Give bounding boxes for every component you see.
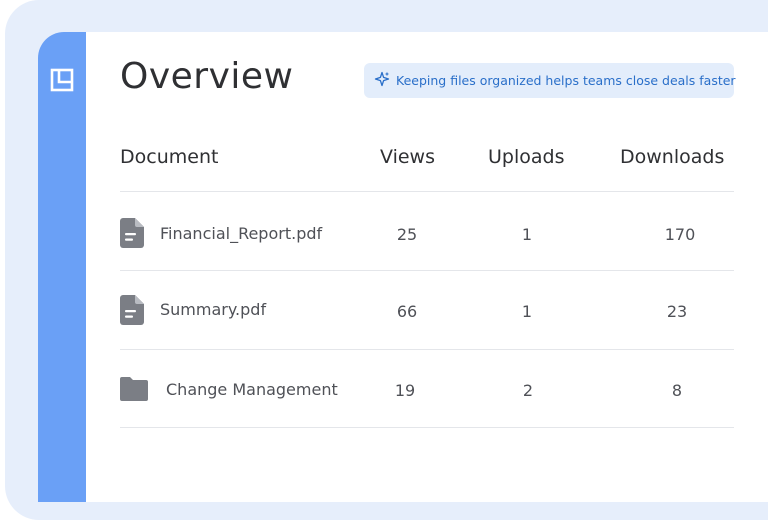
views-value: 25 — [396, 225, 418, 244]
document-icon — [120, 218, 144, 252]
table-row[interactable]: Financial_Report.pdf 25 1 170 — [120, 192, 734, 270]
document-name[interactable]: Financial_Report.pdf — [160, 224, 322, 243]
column-header-views[interactable]: Views — [380, 146, 435, 168]
tip-banner: Keeping files organized helps teams clos… — [364, 63, 736, 98]
folder-name[interactable]: Change Management — [166, 380, 338, 399]
document-icon — [120, 295, 144, 329]
sidebar — [38, 32, 86, 502]
views-value: 66 — [396, 302, 418, 321]
sparkle-icon — [374, 71, 390, 91]
table-row[interactable]: Change Management 19 2 8 — [120, 350, 734, 428]
column-header-document[interactable]: Document — [120, 146, 218, 168]
downloads-value: 23 — [666, 302, 688, 321]
main-content: Overview Keeping files organized helps t… — [86, 32, 768, 502]
tip-text: Keeping files organized helps teams clos… — [396, 73, 736, 88]
views-value: 19 — [394, 381, 416, 400]
uploads-value: 1 — [521, 302, 533, 321]
folder-icon — [120, 377, 148, 405]
table-row[interactable]: Summary.pdf 66 1 23 — [120, 271, 734, 349]
downloads-value: 170 — [664, 225, 696, 244]
column-header-uploads[interactable]: Uploads — [488, 146, 564, 168]
uploads-value: 1 — [521, 225, 533, 244]
layout-icon[interactable] — [50, 68, 74, 92]
divider — [120, 427, 734, 428]
app-window: Overview Keeping files organized helps t… — [38, 32, 768, 502]
document-name[interactable]: Summary.pdf — [160, 300, 266, 319]
page-title: Overview — [120, 56, 294, 97]
column-header-downloads[interactable]: Downloads — [620, 146, 724, 168]
downloads-value: 8 — [671, 381, 683, 400]
uploads-value: 2 — [522, 381, 534, 400]
